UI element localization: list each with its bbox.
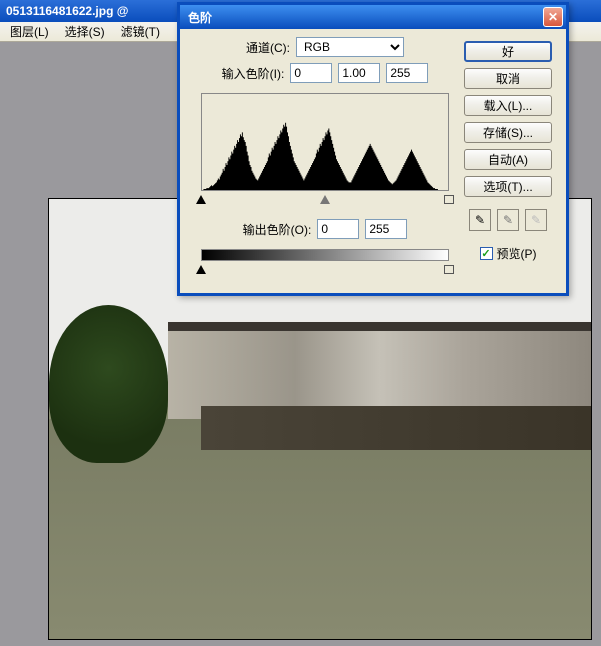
ok-button[interactable]: 好 — [464, 41, 552, 62]
dialog-titlebar[interactable]: 色阶 ✕ — [180, 5, 566, 29]
eyedropper-black[interactable]: ✎ — [469, 209, 491, 231]
eyedropper-group: ✎ ✎ ✎ — [469, 209, 547, 231]
input-levels-label: 输入色阶(I): — [222, 65, 285, 82]
channel-select[interactable]: RGB — [296, 37, 404, 57]
close-icon: ✕ — [548, 10, 558, 24]
output-white-field[interactable] — [365, 219, 407, 239]
eyedropper-icon: ✎ — [531, 213, 541, 227]
options-button[interactable]: 选项(T)... — [464, 176, 552, 197]
input-white-field[interactable] — [386, 63, 428, 83]
eyedropper-gray[interactable]: ✎ — [497, 209, 519, 231]
auto-button[interactable]: 自动(A) — [464, 149, 552, 170]
close-button[interactable]: ✕ — [543, 7, 563, 27]
preview-checkbox-row[interactable]: ✓ 预览(P) — [480, 245, 537, 262]
menu-select[interactable]: 选择(S) — [59, 21, 111, 42]
preview-checkbox[interactable]: ✓ — [480, 247, 493, 260]
cancel-button[interactable]: 取消 — [464, 68, 552, 89]
menu-filter[interactable]: 滤镜(T) — [115, 21, 166, 42]
eyedropper-white[interactable]: ✎ — [525, 209, 547, 231]
dialog-title: 色阶 — [188, 9, 212, 26]
save-button[interactable]: 存储(S)... — [464, 122, 552, 143]
channel-label: 通道(C): — [246, 39, 290, 56]
input-gamma-field[interactable] — [338, 63, 380, 83]
preview-label: 预览(P) — [497, 245, 537, 262]
output-slider[interactable] — [201, 267, 449, 277]
histogram — [201, 93, 449, 191]
output-black-field[interactable] — [317, 219, 359, 239]
input-black-slider[interactable] — [196, 195, 206, 204]
input-gamma-slider[interactable] — [320, 195, 330, 204]
titlebar-filename: 0513116481622.jpg @ — [6, 4, 128, 18]
menu-layers[interactable]: 图层(L) — [4, 21, 55, 42]
output-levels-label: 输出色阶(O): — [243, 221, 312, 238]
output-white-slider[interactable] — [444, 265, 454, 274]
eyedropper-icon: ✎ — [475, 213, 485, 227]
input-black-field[interactable] — [290, 63, 332, 83]
levels-dialog: 色阶 ✕ 通道(C): RGB 输入色阶(I): — [177, 2, 569, 296]
eyedropper-icon: ✎ — [503, 213, 513, 227]
input-white-slider[interactable] — [444, 195, 454, 204]
output-gradient — [201, 249, 449, 261]
output-black-slider[interactable] — [196, 265, 206, 274]
input-slider[interactable] — [201, 197, 449, 207]
load-button[interactable]: 载入(L)... — [464, 95, 552, 116]
